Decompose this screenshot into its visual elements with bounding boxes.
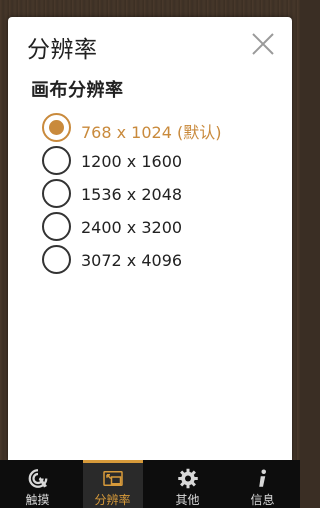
- tab-label: 触摸: [25, 493, 50, 507]
- option-label: 1200 x 1600: [81, 152, 183, 171]
- resolution-option-2400x3200[interactable]: 2400 x 3200: [42, 210, 272, 243]
- dialog-title: 分辨率: [27, 37, 98, 63]
- tab-info[interactable]: 信息: [233, 460, 293, 508]
- radio-button[interactable]: [42, 113, 71, 142]
- tab-label: 其他: [175, 493, 200, 507]
- resolution-icon: [102, 471, 123, 486]
- info-icon: [258, 469, 266, 487]
- resolution-option-1536x2048[interactable]: 1536 x 2048: [42, 177, 272, 210]
- option-label: 2400 x 3200: [81, 218, 183, 237]
- radio-button[interactable]: [42, 212, 71, 241]
- tab-label: 分辨率: [94, 493, 131, 507]
- section-title: 画布分辨率: [31, 80, 124, 101]
- tab-resolution[interactable]: 分辨率: [82, 460, 143, 508]
- gear-icon: [177, 468, 198, 489]
- resolution-option-768x1024[interactable]: 768 x 1024 (默认): [42, 111, 272, 144]
- option-label: 3072 x 4096: [81, 251, 183, 270]
- resolution-option-3072x4096[interactable]: 3072 x 4096: [42, 243, 272, 276]
- radio-button[interactable]: [42, 179, 71, 208]
- resolution-options: 768 x 1024 (默认) 1200 x 1600 1536 x 2048 …: [42, 111, 272, 276]
- touch-icon: [28, 469, 47, 488]
- tab-label: 信息: [250, 493, 275, 507]
- option-label: 1536 x 2048: [81, 185, 183, 204]
- radio-button[interactable]: [42, 245, 71, 274]
- close-icon[interactable]: [250, 31, 276, 57]
- radio-button[interactable]: [42, 146, 71, 175]
- tab-touch[interactable]: 触摸: [8, 460, 68, 508]
- resolution-dialog: 分辨率 画布分辨率 768 x 1024 (默认) 1200 x 1600 15…: [8, 17, 292, 460]
- resolution-option-1200x1600[interactable]: 1200 x 1600: [42, 144, 272, 177]
- bottom-tab-bar: 触摸 分辨率 其他 信息: [0, 460, 300, 508]
- tab-other[interactable]: 其他: [158, 460, 218, 508]
- option-label: 768 x 1024 (默认): [81, 123, 222, 142]
